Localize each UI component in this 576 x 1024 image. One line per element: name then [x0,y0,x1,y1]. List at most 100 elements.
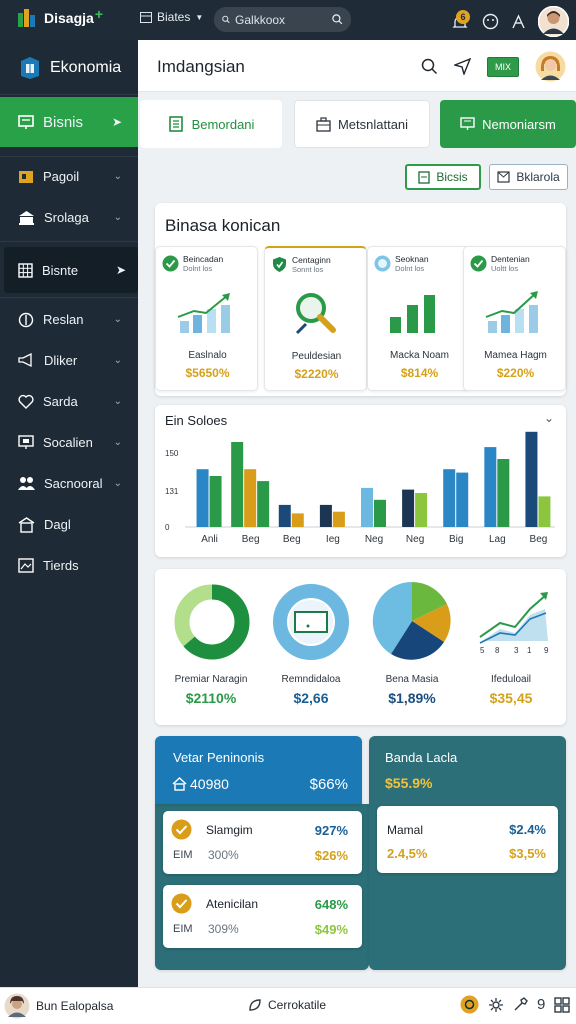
footer-center[interactable]: Cerrokatile [248,998,326,1012]
chart-bar[interactable] [278,504,291,527]
footer-center-label: Cerrokatile [268,998,327,1012]
search-icon[interactable] [421,58,438,75]
plus-icon: + [94,6,103,22]
sidebar-item-bisnte[interactable]: Bisnte ➤ [4,247,138,293]
metric-value: $2110% [185,690,237,706]
sidebar-item-tierds[interactable]: Tierds [0,545,138,586]
line-chart-icon: 5 8 3 1 9 [479,592,549,655]
vetar-left-value: 40980 [190,776,229,792]
header-badge[interactable]: MIX [487,56,520,77]
row-sub: EIM [173,923,193,935]
sidebar-item-srolaga[interactable]: Srolaga ⌄ [0,197,138,238]
chart-bar[interactable] [484,447,497,527]
tool-icon[interactable] [513,997,528,1012]
chart-bar[interactable] [402,489,415,527]
kpi-label: Peuldesian [291,351,342,362]
tab-nemoniarsm[interactable]: Nemoniarsm [440,100,576,148]
avatar[interactable] [4,993,30,1019]
banda-card[interactable]: Mamal $2.4% 2.4,5% $3,5% [377,806,558,873]
sidebar-title-label: Ekonomia [50,59,122,76]
chart-bar[interactable] [415,493,428,527]
filter-bicsis-button[interactable]: Bicsis [405,164,481,190]
brand[interactable]: Disagja + [18,6,103,29]
sidebar-item-dliker[interactable]: Dliker ⌄ [0,340,138,381]
footer-bar: Bun Ealopalsa Cerrokatile 9 [0,987,576,1024]
kpi-head: Centaginn Sonnt los [271,256,363,274]
tab-metsnlattani[interactable]: Metsnlattani [294,100,430,148]
metric-label: Bena Masia [385,674,439,685]
notification-button[interactable]: 6 [452,8,470,36]
send-icon[interactable] [454,58,471,75]
kpi-label: Easlnalo [188,350,227,361]
kpi-card[interactable]: Centaginn Sonnt los Peuldesian $2220% [264,246,367,391]
sidebar-item-sarda[interactable]: Sarda ⌄ [0,381,138,422]
heart-icon [18,394,34,409]
row-name: Slamgim [206,823,253,837]
kpi-card[interactable]: Beincadan Dolnt los Easlnalo $5650% [155,246,258,391]
search-input[interactable] [235,12,328,27]
chart-bar[interactable] [257,481,270,527]
building-icon [18,516,35,533]
x-tick-label: Big [449,534,463,545]
mail-icon [497,171,510,183]
donut-chart [174,584,250,660]
sidebar-item-label: Sarda [43,394,78,409]
search-icon[interactable] [332,12,343,27]
sidebar-title[interactable]: Ekonomia [18,56,121,80]
chart-bar[interactable] [196,469,209,527]
sidebar-item-bisnis[interactable]: Bisnis ➤ [0,97,138,147]
avatar[interactable] [538,6,569,37]
sidebar-item-reslan[interactable]: Reslan ⌄ [0,299,138,340]
chart-bar[interactable] [319,504,332,527]
kpi-head-label: Seoknan [395,254,429,264]
chart-bar[interactable] [456,472,469,527]
kpi-card[interactable]: Dentenian Uoltt los Mamea Hagm $220% [463,246,566,391]
vetar-row-card[interactable]: Atenicilan 648% EIM 309% $49% [163,885,362,948]
row-amount: $26% [314,848,348,863]
kpi-value: $5650% [185,366,230,380]
kpi-value: $814% [400,366,439,380]
banda-card-value: $2.4% [509,822,546,837]
document-icon [168,116,183,132]
help-icon[interactable]: 9 [537,996,545,1013]
chart-bar[interactable] [374,499,386,527]
chart-bar[interactable] [291,513,304,527]
sidebar-item-dagl[interactable]: Dagl [0,504,138,545]
chart-bar[interactable] [525,431,538,527]
chart-bar[interactable] [538,496,551,527]
avatar[interactable] [535,51,566,82]
kpi-card[interactable]: Seoknan Dolnt los Macka Noam $814% [367,246,470,391]
grid-icon[interactable] [554,996,571,1013]
chart-bar[interactable] [443,469,456,527]
chart-bar[interactable] [497,459,510,527]
chart-bar[interactable] [231,442,244,527]
vetar-row-card[interactable]: Slamgim 927% EIM 300% $26% [163,811,362,874]
kpi-label: Mamea Hagm [484,350,547,361]
check-circle-icon [171,893,192,914]
notification-badge: 6 [456,9,470,24]
kpi-head-label: Beincadan [183,254,224,264]
chart-bar[interactable] [332,511,345,527]
tab-label: Bemordani [191,116,255,132]
check-circle-icon [171,819,192,840]
sidebar-item-sacnooral[interactable]: Sacnooral ⌄ [0,463,138,504]
megaphone-icon [18,353,32,368]
chart-bar[interactable] [361,487,373,527]
chart-bar[interactable] [209,476,222,527]
chart-bar[interactable] [244,469,257,527]
settings-icon[interactable] [488,997,504,1013]
sidebar-item-socalien[interactable]: Socalien ⌄ [0,422,138,463]
chevron-down-icon: ▼ [195,12,204,22]
top-search[interactable] [214,7,351,32]
user-icon[interactable] [511,14,526,29]
chevron-down-icon: ⌄ [113,437,122,448]
smile-icon[interactable] [482,13,499,30]
top-menu-dropdown[interactable]: Biates ▼ [140,10,203,24]
sidebar-item-label: Dagl [44,517,71,532]
filter-bklarola-button[interactable]: Bklarola [489,164,568,190]
banda-card-sub-left: 2.4,5% [387,846,428,861]
coin-icon[interactable] [460,995,479,1014]
sidebar-item-pagoil[interactable]: Pagoil ⌄ [0,156,138,197]
tab-bemordani[interactable]: Bemordani [140,100,282,148]
page-header: Imdangsian MIX [138,40,576,92]
